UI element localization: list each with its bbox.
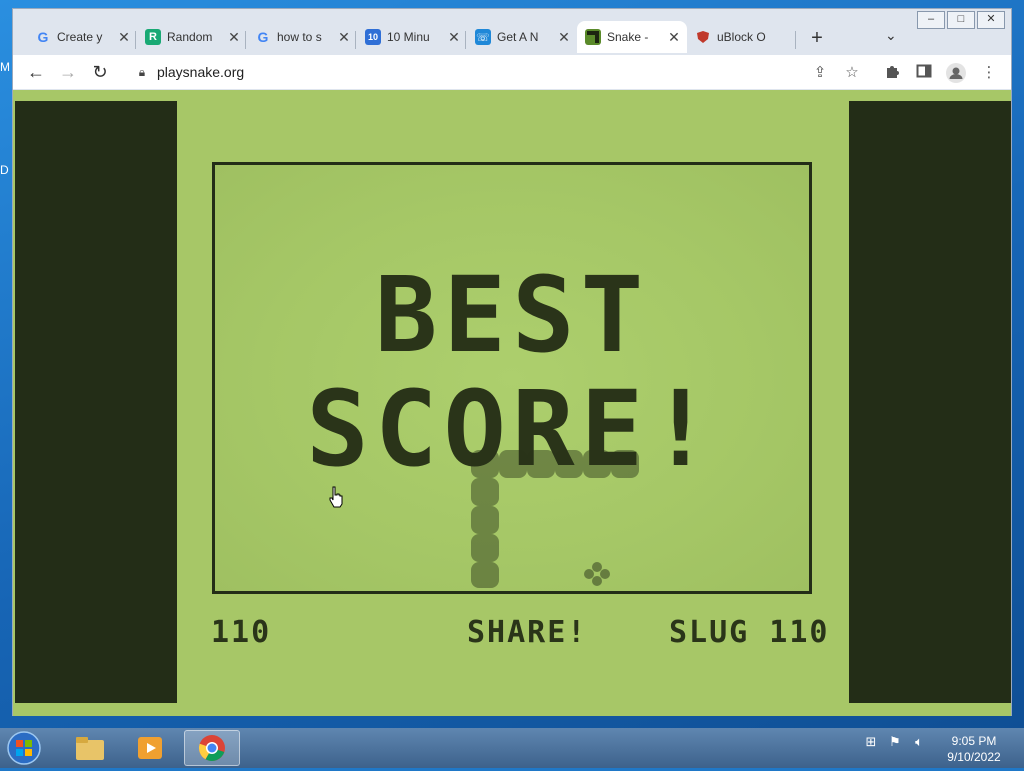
address-bar[interactable]: 🔒︎ playsnake.org: [123, 58, 863, 86]
page-content: BEST SCORE! 110 SHARE! SLUG 110: [13, 90, 1011, 716]
media-player-icon: [138, 737, 162, 759]
side-panel-icon[interactable]: [914, 63, 934, 81]
action-center-flag-icon[interactable]: ⚑: [886, 734, 904, 752]
reload-icon[interactable]: ↻: [89, 62, 111, 83]
right-side-panel: [849, 101, 1011, 703]
snake-segment: [471, 534, 499, 562]
ublock-icon: [695, 29, 711, 45]
desktop-icon-label: D: [0, 163, 9, 177]
share-button[interactable]: SHARE!: [467, 615, 587, 650]
hand-cursor-icon: [329, 486, 343, 508]
google-icon: G: [37, 29, 49, 45]
tab-snake[interactable]: Snake - ✕: [577, 21, 687, 53]
lock-icon[interactable]: 🔒︎: [133, 65, 151, 80]
close-tab-icon[interactable]: ✕: [335, 29, 353, 46]
forward-arrow-icon[interactable]: →: [57, 62, 79, 83]
close-tab-icon[interactable]: ✕: [445, 29, 463, 46]
headline-best: BEST: [374, 254, 650, 376]
tab-divider: [355, 31, 356, 49]
snake-segment: [471, 562, 499, 588]
close-tab-icon[interactable]: ✕: [555, 29, 573, 46]
tab-create[interactable]: G Create y ✕: [27, 21, 137, 53]
snake-segment: [527, 450, 555, 478]
clock[interactable]: 9:05 PM 9/10/2022: [930, 733, 1018, 765]
chrome-icon: [198, 735, 225, 762]
folder-icon: [76, 737, 104, 760]
snake-segment: [471, 478, 499, 506]
snake-segment: [555, 450, 583, 478]
tab-divider: [135, 31, 136, 49]
google-icon: G: [257, 29, 269, 45]
clock-time: 9:05 PM: [951, 734, 997, 748]
tab-ublock[interactable]: uBlock O: [687, 21, 797, 53]
snake-segment: [611, 450, 639, 478]
tab-title: how to s: [277, 30, 322, 44]
tab-title: Random: [167, 30, 213, 44]
tab-random[interactable]: R Random ✕: [137, 21, 247, 53]
tab-search-chevron-icon[interactable]: ⌄: [885, 27, 897, 44]
clock-date: 9/10/2022: [947, 750, 1001, 764]
tab-divider: [465, 31, 466, 49]
snake-segment: [471, 450, 499, 478]
share-icon[interactable]: ⇪: [810, 63, 830, 81]
phone-icon: ☏: [475, 29, 491, 45]
url-text[interactable]: playsnake.org: [157, 64, 244, 80]
extensions-puzzle-icon[interactable]: [882, 63, 902, 81]
profile-avatar-icon[interactable]: [946, 63, 966, 83]
system-tray: ⊞ ⚑ 🔈︎: [862, 734, 928, 752]
close-tab-icon[interactable]: ✕: [665, 29, 683, 46]
start-button[interactable]: [6, 730, 46, 766]
tab-divider: [245, 31, 246, 49]
desktop-icon-label: M: [0, 60, 10, 74]
tab-title: uBlock O: [717, 30, 766, 44]
volume-icon[interactable]: 🔈︎: [910, 734, 928, 752]
tab-title: 10 Minu: [387, 30, 430, 44]
tab-10-minute[interactable]: 10 10 Minu ✕: [357, 21, 467, 53]
tab-title: Create y: [57, 30, 103, 44]
tab-how-to[interactable]: G how to s ✕: [247, 21, 357, 53]
snake-segment: [471, 506, 499, 534]
rank-label: SLUG 110: [669, 615, 830, 650]
snake-segment: [499, 450, 527, 478]
score-value: 110: [211, 615, 272, 650]
tab-strip: G Create y ✕ R Random ✕ G how to s ✕ 10 …: [13, 19, 1013, 55]
close-tab-icon[interactable]: ✕: [115, 29, 133, 46]
game-screen[interactable]: BEST SCORE!: [212, 162, 812, 594]
random-site-icon: R: [145, 29, 161, 45]
tab-divider: [795, 31, 796, 49]
media-player-taskbar-button[interactable]: [122, 730, 178, 766]
tab-title: Snake -: [607, 30, 649, 44]
ten-minute-mail-icon: 10: [365, 29, 381, 45]
file-explorer-taskbar-button[interactable]: [62, 730, 118, 766]
browser-window: – □ ✕ G Create y ✕ R Random ✕ G how to s…: [12, 8, 1012, 716]
snake-icon: [585, 29, 601, 45]
bookmark-star-icon[interactable]: ☆: [842, 63, 862, 81]
tab-title: Get A N: [497, 30, 539, 44]
back-arrow-icon[interactable]: ←: [25, 62, 47, 83]
food-icon: [584, 562, 610, 586]
left-side-panel: [15, 101, 177, 703]
tab-get-a-number[interactable]: ☏ Get A N ✕: [467, 21, 577, 53]
taskbar: ⊞ ⚑ 🔈︎ 9:05 PM 9/10/2022: [0, 728, 1024, 768]
close-tab-icon[interactable]: ✕: [225, 29, 243, 46]
chrome-taskbar-button[interactable]: [184, 730, 240, 766]
network-icon[interactable]: ⊞: [862, 734, 880, 752]
menu-kebab-icon[interactable]: ⋮: [979, 63, 999, 81]
new-tab-button[interactable]: +: [805, 27, 829, 50]
browser-toolbar: ← → ↻ 🔒︎ playsnake.org ⇪ ☆ ⋮: [13, 55, 1011, 89]
snake-segment: [583, 450, 611, 478]
